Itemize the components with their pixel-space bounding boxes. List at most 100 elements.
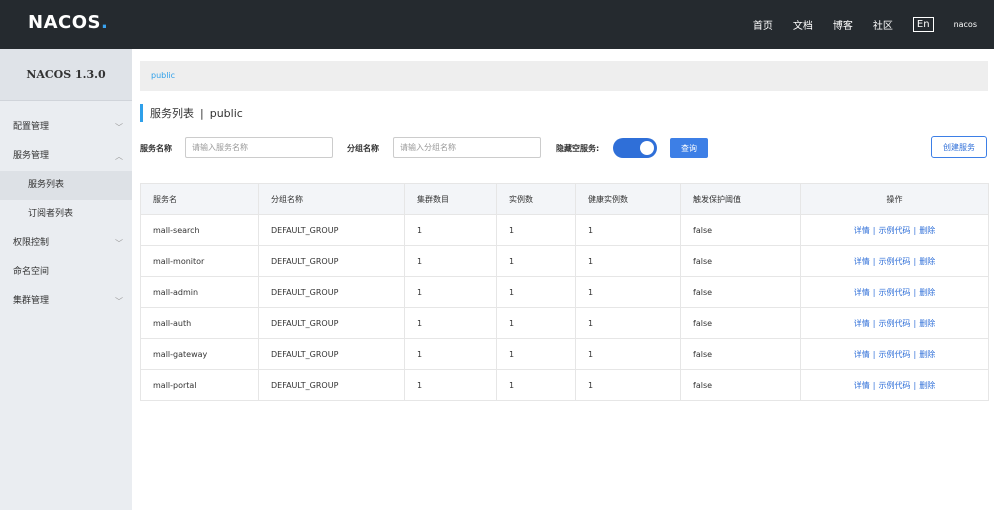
detail-link[interactable]: 详情 xyxy=(854,288,870,297)
cell-healthy-count: 1 xyxy=(575,245,681,277)
detail-link[interactable]: 详情 xyxy=(854,350,870,359)
cell-protect-threshold: false xyxy=(680,214,801,246)
delete-link[interactable]: 删除 xyxy=(919,257,935,266)
hide-empty-toggle[interactable] xyxy=(613,138,657,158)
cell-protect-threshold: false xyxy=(680,245,801,277)
current-user[interactable]: nacos xyxy=(954,20,977,29)
col-protect-threshold: 触发保护阈值 xyxy=(680,183,801,215)
chevron-up-icon: ︿ xyxy=(115,152,123,161)
delete-link[interactable]: 删除 xyxy=(919,350,935,359)
top-nav: 首页 文档 博客 社区 En nacos xyxy=(753,0,994,49)
col-instance-count: 实例数 xyxy=(496,183,576,215)
cell-cluster-count: 1 xyxy=(404,245,497,277)
page-title-text: 服务列表 xyxy=(150,107,194,120)
op-separator: | xyxy=(872,287,876,297)
page-title: 服务列表 | public xyxy=(140,104,243,122)
nav-docs[interactable]: 文档 xyxy=(793,17,813,32)
cell-healthy-count: 1 xyxy=(575,307,681,339)
service-name-label: 服务名称 xyxy=(140,144,172,153)
detail-link[interactable]: 详情 xyxy=(854,381,870,390)
sidebar-item-cluster[interactable]: 集群管理 ﹀ xyxy=(0,287,132,316)
delete-link[interactable]: 删除 xyxy=(919,381,935,390)
op-separator: | xyxy=(872,225,876,235)
table-row: mall-gateway DEFAULT_GROUP 1 1 1 false 详… xyxy=(140,338,989,370)
sample-code-link[interactable]: 示例代码 xyxy=(879,350,911,359)
logo-text: NACOS xyxy=(28,12,101,33)
version-label: NACOS 1.3.0 xyxy=(0,49,132,101)
cell-protect-threshold: false xyxy=(680,369,801,401)
group-name-input[interactable] xyxy=(393,137,541,158)
detail-link[interactable]: 详情 xyxy=(854,319,870,328)
cell-healthy-count: 1 xyxy=(575,276,681,308)
sidebar-item-service[interactable]: 服务管理 ︿ xyxy=(0,142,132,171)
cell-cluster-count: 1 xyxy=(404,276,497,308)
sidebar-item-label: 配置管理 xyxy=(13,122,50,132)
chevron-down-icon: ﹀ xyxy=(115,239,123,248)
cell-operations: 详情 | 示例代码 | 删除 xyxy=(800,338,989,370)
cell-cluster-count: 1 xyxy=(404,338,497,370)
table-row: mall-search DEFAULT_GROUP 1 1 1 false 详情… xyxy=(140,214,989,246)
op-separator: | xyxy=(872,349,876,359)
op-separator: | xyxy=(913,256,917,266)
cell-group-name: DEFAULT_GROUP xyxy=(258,307,405,339)
sidebar-item-service-list[interactable]: 服务列表 xyxy=(0,171,132,200)
cell-group-name: DEFAULT_GROUP xyxy=(258,245,405,277)
delete-link[interactable]: 删除 xyxy=(919,319,935,328)
cell-group-name: DEFAULT_GROUP xyxy=(258,369,405,401)
sample-code-link[interactable]: 示例代码 xyxy=(879,257,911,266)
cell-service-name: mall-search xyxy=(140,214,259,246)
cell-operations: 详情 | 示例代码 | 删除 xyxy=(800,369,989,401)
col-healthy-count: 健康实例数 xyxy=(575,183,681,215)
cell-cluster-count: 1 xyxy=(404,214,497,246)
filter-bar: 服务名称 分组名称 隐藏空服务: 查询 创建服务 xyxy=(140,136,988,159)
hide-empty-label: 隐藏空服务: xyxy=(556,144,600,153)
cell-service-name: mall-portal xyxy=(140,369,259,401)
sample-code-link[interactable]: 示例代码 xyxy=(879,381,911,390)
nav-home[interactable]: 首页 xyxy=(753,17,773,32)
sample-code-link[interactable]: 示例代码 xyxy=(879,319,911,328)
table-header-row: 服务名 分组名称 集群数目 实例数 健康实例数 触发保护阈值 操作 xyxy=(140,183,989,215)
table-row: mall-monitor DEFAULT_GROUP 1 1 1 false 详… xyxy=(140,245,989,277)
namespace-bar: public xyxy=(140,61,988,91)
cell-protect-threshold: false xyxy=(680,276,801,308)
op-separator: | xyxy=(872,380,876,390)
op-separator: | xyxy=(872,318,876,328)
delete-link[interactable]: 删除 xyxy=(919,288,935,297)
col-operations: 操作 xyxy=(800,183,989,215)
chevron-down-icon: ﹀ xyxy=(115,123,123,132)
table-row: mall-admin DEFAULT_GROUP 1 1 1 false 详情 |… xyxy=(140,276,989,308)
sample-code-link[interactable]: 示例代码 xyxy=(879,288,911,297)
cell-healthy-count: 1 xyxy=(575,214,681,246)
chevron-down-icon: ﹀ xyxy=(115,297,123,306)
create-service-button[interactable]: 创建服务 xyxy=(931,136,987,158)
logo-dot: . xyxy=(100,12,109,33)
toggle-knob xyxy=(640,141,654,155)
sidebar-item-label: 服务管理 xyxy=(13,151,50,161)
sidebar-item-auth[interactable]: 权限控制 ﹀ xyxy=(0,229,132,258)
cell-group-name: DEFAULT_GROUP xyxy=(258,338,405,370)
cell-service-name: mall-admin xyxy=(140,276,259,308)
language-switch[interactable]: En xyxy=(912,17,934,32)
sidebar-item-config[interactable]: 配置管理 ﹀ xyxy=(0,113,132,142)
cell-instance-count: 1 xyxy=(496,245,576,277)
cell-service-name: mall-gateway xyxy=(140,338,259,370)
detail-link[interactable]: 详情 xyxy=(854,226,870,235)
query-button[interactable]: 查询 xyxy=(670,138,708,158)
sidebar-item-namespace[interactable]: 命名空间 xyxy=(0,258,132,287)
cell-instance-count: 1 xyxy=(496,338,576,370)
nav-community[interactable]: 社区 xyxy=(873,17,893,32)
service-table: 服务名 分组名称 集群数目 实例数 健康实例数 触发保护阈值 操作 mall-s… xyxy=(140,183,989,401)
sidebar-item-subscribers[interactable]: 订阅者列表 xyxy=(0,200,132,229)
detail-link[interactable]: 详情 xyxy=(854,257,870,266)
namespace-link-public[interactable]: public xyxy=(151,71,175,80)
table-row: mall-auth DEFAULT_GROUP 1 1 1 false 详情 | 示… xyxy=(140,307,989,339)
cell-healthy-count: 1 xyxy=(575,369,681,401)
nav-blog[interactable]: 博客 xyxy=(833,17,853,32)
sample-code-link[interactable]: 示例代码 xyxy=(879,226,911,235)
table-row: mall-portal DEFAULT_GROUP 1 1 1 false 详情… xyxy=(140,369,989,401)
service-name-input[interactable] xyxy=(185,137,333,158)
nacos-logo[interactable]: NACOS. xyxy=(28,12,108,33)
title-separator: | xyxy=(200,106,204,120)
delete-link[interactable]: 删除 xyxy=(919,226,935,235)
cell-instance-count: 1 xyxy=(496,307,576,339)
